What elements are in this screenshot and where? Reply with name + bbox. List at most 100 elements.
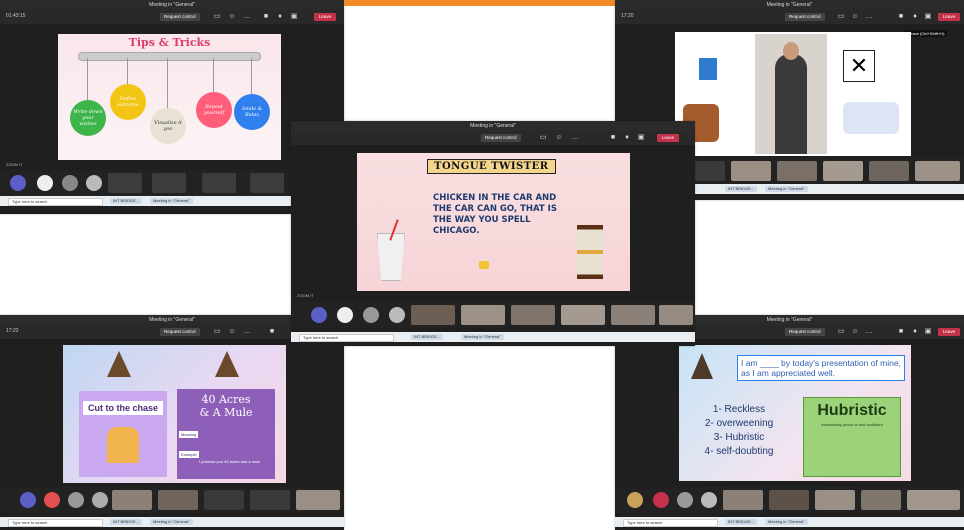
leave-button[interactable]: Leave <box>314 13 336 21</box>
camera-icon[interactable]: ■ <box>268 328 276 336</box>
participant-tile[interactable] <box>152 173 186 193</box>
mic-icon[interactable]: ♦ <box>911 328 919 336</box>
participant-video[interactable] <box>411 305 455 325</box>
share-icon[interactable]: ▭ <box>539 134 547 142</box>
react-icon[interactable]: ☺ <box>555 134 563 142</box>
shared-slide: ✕ <box>675 32 911 156</box>
participant-video[interactable] <box>915 161 960 181</box>
participant-video[interactable] <box>723 490 763 510</box>
participant-avatar[interactable] <box>677 492 693 508</box>
taskbar-search[interactable]: Type here to search <box>8 519 103 527</box>
taskbar-app[interactable]: Meeting in "General" <box>150 519 193 525</box>
participant-avatar[interactable] <box>86 175 102 191</box>
taskbar-search[interactable]: Type here to search <box>8 198 103 206</box>
react-icon[interactable]: ☺ <box>228 328 236 336</box>
request-control-button[interactable]: Request control <box>160 13 200 21</box>
participant-video[interactable] <box>815 490 855 510</box>
leave-button[interactable]: Leave <box>938 13 960 21</box>
participant-avatar[interactable] <box>653 492 669 508</box>
participant-avatar[interactable] <box>627 492 643 508</box>
request-control-button[interactable]: Request control <box>160 328 200 336</box>
participant-avatar[interactable] <box>62 175 78 191</box>
sports-icon: ✕ <box>843 50 875 82</box>
wizard-hat-icon <box>215 351 239 377</box>
meeting-window-bottom-right: Meeting in "General" Request control ▭ ☺… <box>615 315 964 530</box>
participant-video[interactable] <box>777 161 817 181</box>
screen-share-icon[interactable]: ▣ <box>924 328 932 336</box>
share-icon[interactable]: ▭ <box>837 328 845 336</box>
request-control-button[interactable]: Request control <box>481 134 521 142</box>
participant-video[interactable] <box>511 305 555 325</box>
request-control-button[interactable]: Request control <box>785 13 825 21</box>
screen-share-icon[interactable]: ▣ <box>924 13 932 21</box>
mic-icon[interactable]: ♦ <box>623 134 631 142</box>
participant-video[interactable] <box>731 161 771 181</box>
screen-share-icon[interactable]: ▣ <box>290 13 298 21</box>
taskbar-app[interactable]: Meeting in "General" <box>765 186 808 192</box>
camera-icon[interactable]: ■ <box>897 13 905 21</box>
taskbar-app[interactable]: INT BRIDGE... <box>110 198 143 204</box>
participant-video[interactable] <box>611 305 655 325</box>
example-text: I promise you 40 acres and a mule <box>199 459 261 464</box>
more-icon[interactable]: … <box>243 13 251 21</box>
participant-video[interactable] <box>861 490 901 510</box>
participant-tile[interactable] <box>250 173 284 193</box>
share-icon[interactable]: ▭ <box>213 13 221 21</box>
more-icon[interactable]: … <box>243 328 251 336</box>
participant-avatar[interactable] <box>37 175 53 191</box>
taskbar-app[interactable]: Meeting in "General" <box>461 334 504 340</box>
participant-avatar[interactable] <box>10 175 26 191</box>
more-icon[interactable]: … <box>571 134 579 142</box>
participant-avatar[interactable] <box>363 307 379 323</box>
taskbar-search[interactable]: Type here to search <box>623 519 718 527</box>
participant-video[interactable] <box>823 161 863 181</box>
screen-share-icon[interactable]: ▣ <box>637 134 645 142</box>
participant-video[interactable] <box>296 490 340 510</box>
participant-avatar[interactable] <box>20 492 36 508</box>
react-icon[interactable]: ☺ <box>851 13 859 21</box>
participant-avatar[interactable] <box>92 492 108 508</box>
more-icon[interactable]: … <box>865 13 873 21</box>
camera-icon[interactable]: ■ <box>262 13 270 21</box>
taskbar-search[interactable]: Type here to search <box>299 334 394 342</box>
camera-icon[interactable]: ■ <box>897 328 905 336</box>
participant-avatar[interactable] <box>68 492 84 508</box>
participant-video[interactable] <box>461 305 505 325</box>
taskbar-app[interactable]: INT BRIDGE... <box>725 186 758 192</box>
camera-icon[interactable]: ■ <box>609 134 617 142</box>
taskbar-app[interactable]: INT BRIDGE... <box>110 519 143 525</box>
participant-avatar[interactable] <box>337 307 353 323</box>
mic-icon[interactable]: ♦ <box>276 13 284 21</box>
taskbar-app[interactable]: Meeting in "General" <box>150 198 193 204</box>
participant-tile[interactable] <box>204 490 244 510</box>
participant-video[interactable] <box>769 490 809 510</box>
participant-avatar[interactable] <box>389 307 405 323</box>
taskbar-app[interactable]: INT BRIDGE... <box>725 519 758 525</box>
mic-icon[interactable]: ♦ <box>911 13 919 21</box>
leave-button[interactable]: Leave <box>938 328 960 336</box>
taskbar-app[interactable]: Meeting in "General" <box>765 519 808 525</box>
participant-video[interactable] <box>112 490 152 510</box>
react-icon[interactable]: ☺ <box>851 328 859 336</box>
participant-video[interactable] <box>158 490 198 510</box>
participant-avatar[interactable] <box>701 492 717 508</box>
participant-avatar[interactable] <box>44 492 60 508</box>
request-control-button[interactable]: Request control <box>785 328 825 336</box>
meeting-toolbar: Request control ▭ ☺ … ■ ♦ ▣ Leave <box>291 131 695 145</box>
more-icon[interactable]: … <box>865 328 873 336</box>
react-icon[interactable]: ☺ <box>228 13 236 21</box>
taskbar-app[interactable]: INT BRIDGE... <box>411 334 444 340</box>
leave-button[interactable]: Leave <box>657 134 679 142</box>
share-icon[interactable]: ▭ <box>213 328 221 336</box>
window-title: Meeting in "General" <box>615 0 964 10</box>
participant-video[interactable] <box>907 490 960 510</box>
share-icon[interactable]: ▭ <box>837 13 845 21</box>
meeting-window-bottom-left: Meeting in "General" 17:22 Request contr… <box>0 315 344 530</box>
participant-tile[interactable] <box>250 490 290 510</box>
participant-tile[interactable] <box>202 173 236 193</box>
participant-video[interactable] <box>659 305 693 325</box>
participant-video[interactable] <box>561 305 605 325</box>
participant-avatar[interactable] <box>311 307 327 323</box>
participant-video[interactable] <box>869 161 909 181</box>
participant-tile[interactable] <box>108 173 142 193</box>
